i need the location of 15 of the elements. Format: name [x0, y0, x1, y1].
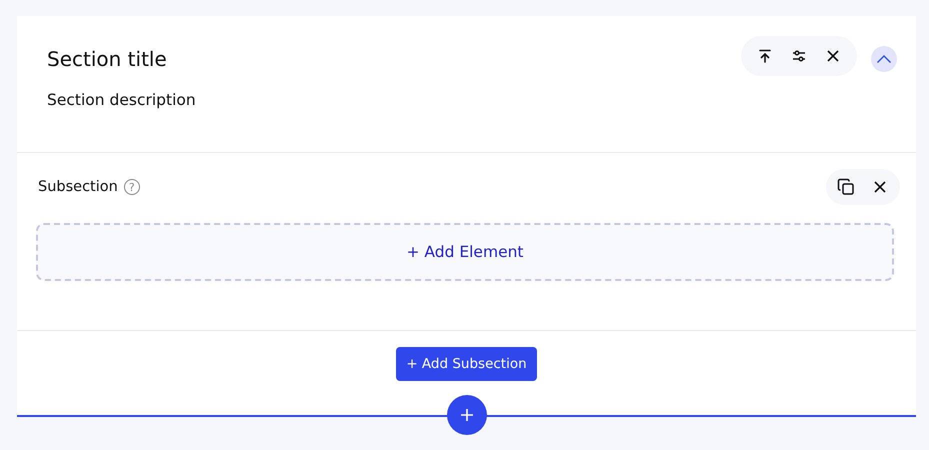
collapse-button[interactable] [871, 46, 897, 72]
sliders-icon [791, 48, 807, 64]
add-section-button[interactable] [447, 395, 487, 435]
add-subsection-button[interactable]: + Add Subsection [396, 347, 537, 381]
move-to-top-icon [757, 48, 773, 64]
section-description: Section description [47, 91, 197, 109]
subsection-label: Subsection [38, 179, 118, 195]
section-title: Section title [47, 47, 168, 71]
copy-icon [837, 178, 855, 196]
add-element-button[interactable]: + Add Element [36, 223, 894, 281]
plus-icon [460, 408, 474, 422]
help-icon[interactable]: ? [124, 179, 140, 195]
close-icon [826, 49, 840, 63]
close-icon [873, 180, 887, 194]
chevron-icon [876, 54, 892, 64]
